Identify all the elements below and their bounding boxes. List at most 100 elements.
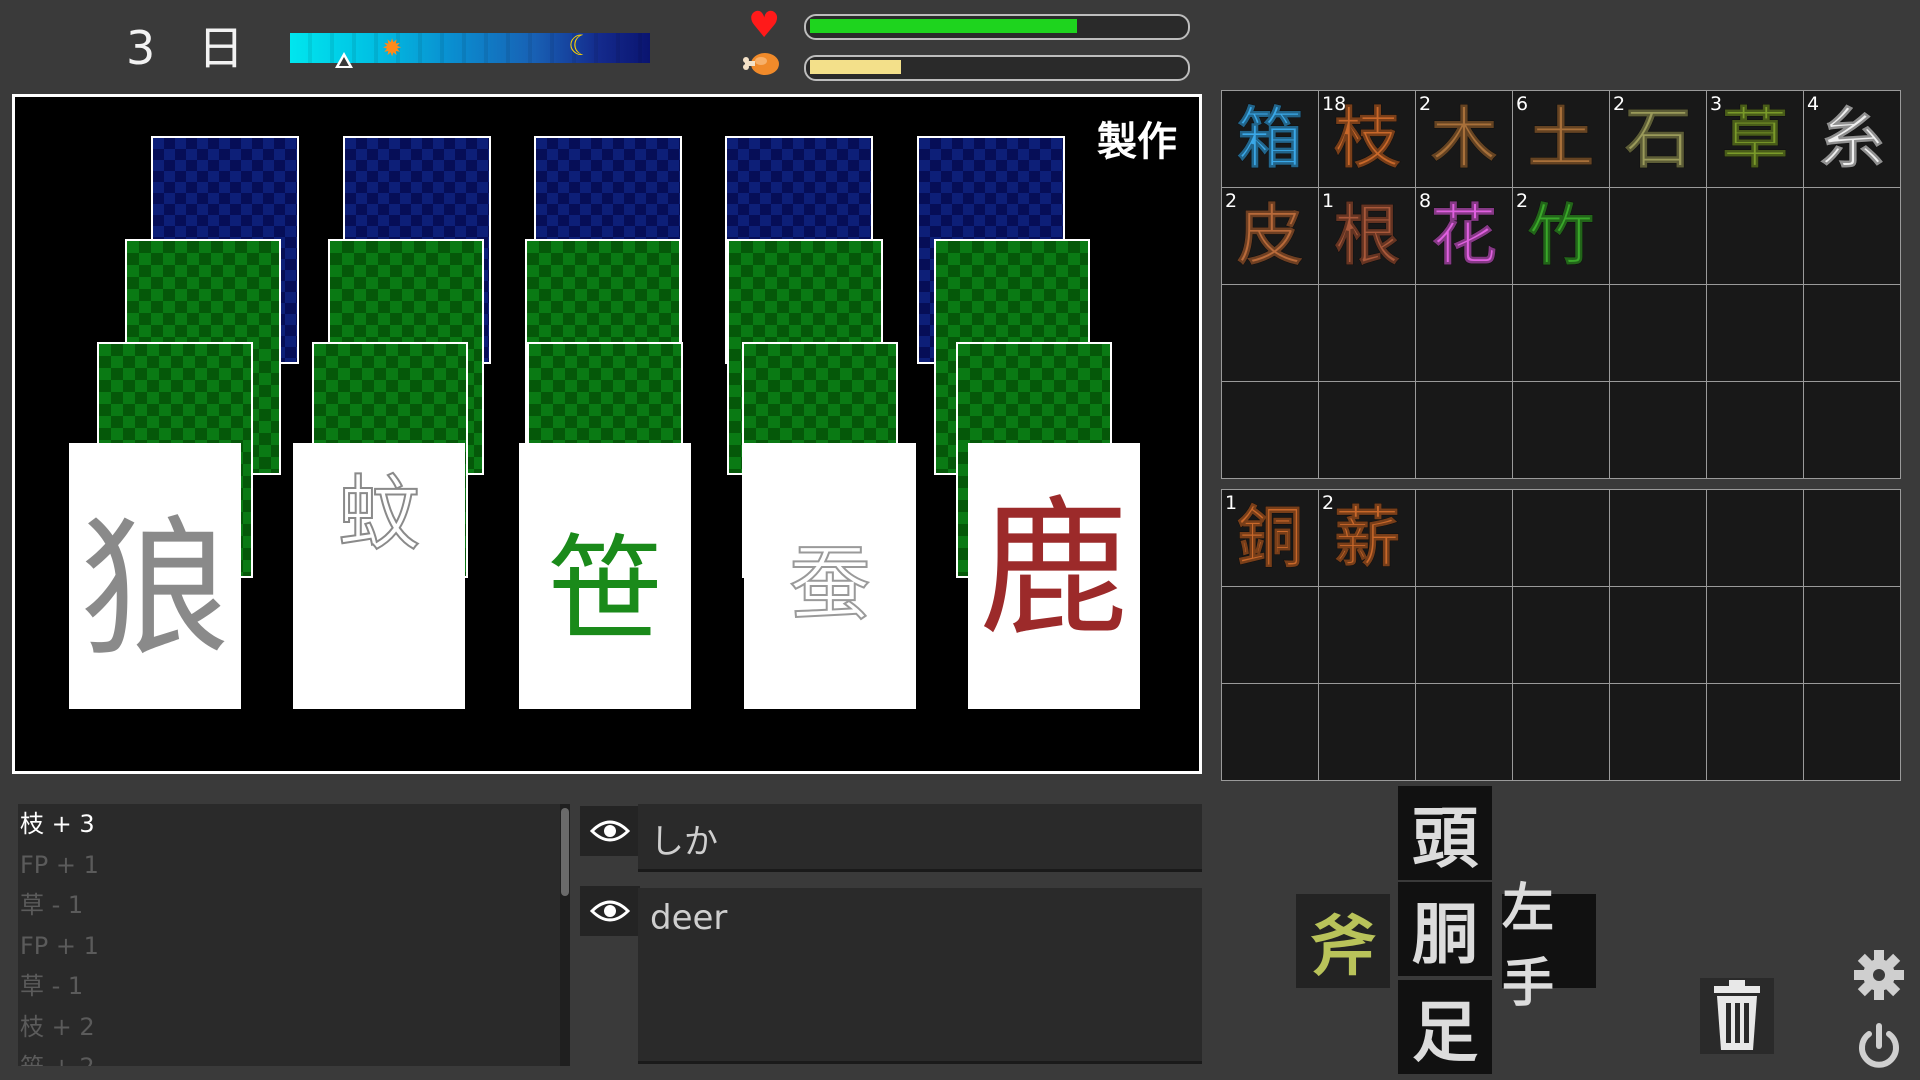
inventory-cell[interactable] [1513, 684, 1610, 781]
item-kanji: 銅 [1237, 499, 1304, 576]
item-kanji: 草 [1722, 100, 1789, 177]
meaning-text: deer [650, 898, 728, 938]
log-line: 笹 + 2 [18, 1047, 570, 1066]
power-icon[interactable] [1852, 1020, 1906, 1074]
toggle-reading-eye-icon[interactable] [580, 806, 640, 856]
item-kanji: 木 [1431, 100, 1498, 177]
equip-slot-tool[interactable]: 斧 [1296, 894, 1390, 988]
card-face[interactable]: 蚕 [744, 443, 916, 709]
item-kanji: 薪 [1334, 499, 1401, 576]
item-kanji: 花 [1431, 197, 1498, 274]
inventory-grid: 箱枝 18 木 2 土 6 石 2 草 3 糸 4 皮 2 根 1 花 8 竹 2 [1221, 90, 1901, 479]
gear-icon[interactable] [1852, 948, 1906, 1002]
inventory-cell[interactable] [1319, 684, 1416, 781]
inventory-cell[interactable] [1804, 285, 1901, 382]
inventory-cell[interactable]: 竹2 [1513, 188, 1610, 285]
item-count: 2 [1419, 93, 1432, 115]
inventory-cell[interactable] [1222, 382, 1319, 479]
inventory-cell[interactable]: 銅1 [1222, 490, 1319, 587]
item-count: 18 [1322, 93, 1347, 115]
inventory-cell[interactable]: 薪2 [1319, 490, 1416, 587]
inventory-cell[interactable]: 花8 [1416, 188, 1513, 285]
inventory-cell[interactable] [1610, 684, 1707, 781]
inventory-cell[interactable] [1222, 684, 1319, 781]
inventory-cell[interactable] [1416, 587, 1513, 684]
material-grid: 銅1薪2 [1221, 489, 1901, 781]
inventory-cell[interactable]: 皮2 [1222, 188, 1319, 285]
card-face[interactable]: 蚊 [293, 443, 465, 709]
inventory-cell[interactable]: 糸4 [1804, 91, 1901, 188]
card-face-kanji: 笹 [547, 523, 663, 658]
inventory-cell[interactable] [1319, 587, 1416, 684]
inventory-cell[interactable] [1222, 587, 1319, 684]
craft-label: 製作 [1097, 119, 1177, 165]
equip-slot-head[interactable]: 頭 [1398, 786, 1492, 880]
inventory-cell[interactable] [1707, 285, 1804, 382]
inventory-cell[interactable] [1707, 684, 1804, 781]
item-kanji: 皮 [1237, 197, 1304, 274]
inventory-cell[interactable] [1804, 188, 1901, 285]
inventory-cell[interactable]: 石2 [1610, 91, 1707, 188]
inventory-cell[interactable] [1804, 587, 1901, 684]
card-face-kanji: 蚊 [337, 466, 421, 563]
meaning-field: deer [638, 888, 1202, 1064]
toggle-meaning-eye-icon[interactable] [580, 886, 640, 936]
card-face[interactable]: 鹿 [968, 443, 1140, 709]
item-count: 4 [1807, 93, 1820, 115]
log-line: FP + 1 [20, 850, 99, 879]
item-kanji: 糸 [1819, 100, 1886, 177]
inventory-cell[interactable] [1416, 285, 1513, 382]
heart-icon: ♥ [748, 5, 781, 46]
card-face[interactable]: 狼 [69, 443, 241, 709]
inventory-cell[interactable] [1804, 684, 1901, 781]
inventory-cell[interactable]: 枝 18 [1319, 91, 1416, 188]
inventory-cell[interactable] [1707, 188, 1804, 285]
inventory-cell[interactable] [1513, 490, 1610, 587]
inventory-cell[interactable] [1222, 285, 1319, 382]
inventory-cell[interactable] [1707, 490, 1804, 587]
card-face-kanji: 狼 [79, 502, 230, 677]
inventory-cell[interactable] [1610, 285, 1707, 382]
inventory-cell[interactable] [1610, 490, 1707, 587]
meat-icon [743, 53, 779, 75]
inventory-cell[interactable] [1707, 382, 1804, 479]
inventory-cell[interactable] [1513, 285, 1610, 382]
log-line: 草 - 1 [20, 972, 84, 1000]
item-count: 2 [1613, 93, 1626, 115]
inventory-cell[interactable] [1513, 587, 1610, 684]
inventory-cell[interactable] [1610, 587, 1707, 684]
inventory-cell[interactable] [1416, 490, 1513, 587]
inventory-cell[interactable]: 草3 [1707, 91, 1804, 188]
card-face[interactable]: 笹 [519, 443, 691, 709]
inventory-cell[interactable] [1707, 587, 1804, 684]
moon-icon: ☾ [568, 29, 594, 62]
inventory-cell[interactable]: 箱 [1222, 91, 1319, 188]
inventory-cell[interactable] [1416, 382, 1513, 479]
item-count: 2 [1322, 492, 1335, 514]
equip-slot-feet[interactable]: 足 [1398, 980, 1492, 1074]
crafting-board: 製作 狼 蚊笹 蚕 鹿 [12, 94, 1202, 774]
inventory-cell[interactable] [1804, 490, 1901, 587]
log-line: 枝 + 2 [20, 1012, 95, 1041]
trash-icon[interactable] [1700, 978, 1774, 1054]
inventory-cell[interactable] [1416, 684, 1513, 781]
item-kanji: 石 [1625, 100, 1692, 177]
card-face-kanji: 鹿 [978, 482, 1129, 657]
equip-slot-left-hand[interactable]: 左手 [1502, 879, 1596, 1014]
log-scrollbar-thumb[interactable] [561, 808, 569, 896]
sun-icon: ✹ [382, 34, 403, 62]
inventory-cell[interactable] [1513, 382, 1610, 479]
inventory-cell[interactable] [1319, 285, 1416, 382]
card-face-kanji: 蚕 [788, 536, 872, 633]
item-count: 6 [1516, 93, 1529, 115]
inventory-cell[interactable]: 土6 [1513, 91, 1610, 188]
inventory-cell[interactable] [1319, 382, 1416, 479]
equip-slot-body[interactable]: 胴 [1398, 882, 1492, 976]
inventory-cell[interactable] [1610, 382, 1707, 479]
inventory-cell[interactable]: 根1 [1319, 188, 1416, 285]
inventory-cell[interactable] [1610, 188, 1707, 285]
item-count: 2 [1516, 190, 1529, 212]
inventory-cell[interactable]: 木2 [1416, 91, 1513, 188]
inventory-cell[interactable] [1804, 382, 1901, 479]
item-count: 2 [1225, 190, 1238, 212]
